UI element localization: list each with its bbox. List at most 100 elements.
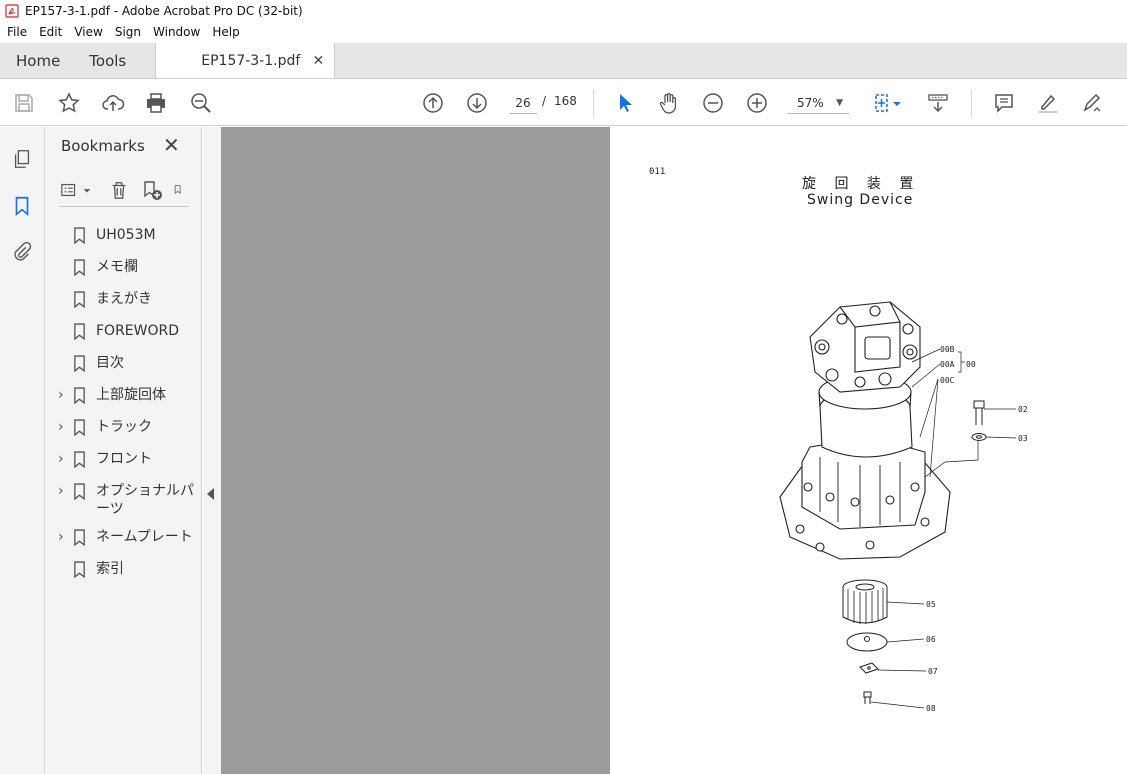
bookmark-label: 索引 <box>96 561 124 577</box>
bookmark-item[interactable]: › オプショナルパーツ <box>45 482 202 518</box>
menu-view[interactable]: View <box>68 25 108 39</box>
bookmark-panel-icon[interactable] <box>10 194 34 218</box>
bookmark-label: FOREWORD <box>96 323 180 339</box>
bookmark-icon <box>73 290 87 308</box>
bookmark-item[interactable]: FOREWORD <box>45 322 202 340</box>
bookmark-icon <box>73 450 87 468</box>
bookmark-item[interactable]: › 上部旋回体 <box>45 386 202 404</box>
tab-bar: Home Tools EP157-3-1.pdf ✕ <box>0 43 1127 79</box>
page-separator: / <box>542 94 547 108</box>
zoom-level-value: 57% <box>797 96 824 110</box>
part-label-05: 05 <box>926 600 936 609</box>
chevron-right-icon[interactable]: › <box>58 528 70 546</box>
bookmark-item[interactable]: 索引 <box>45 560 202 578</box>
part-label-02: 02 <box>1018 405 1028 414</box>
chevron-right-icon[interactable]: › <box>58 418 70 436</box>
comment-icon[interactable] <box>992 91 1016 115</box>
tab-tools[interactable]: Tools <box>74 43 141 78</box>
bookmark-icon <box>73 354 87 372</box>
window-title: EP157-3-1.pdf - Adobe Acrobat Pro DC (32… <box>25 4 303 18</box>
tab-document[interactable]: EP157-3-1.pdf ✕ <box>155 43 336 78</box>
menu-sign[interactable]: Sign <box>109 25 147 39</box>
page-thumbnails-icon[interactable] <box>10 147 34 171</box>
bookmark-item[interactable]: 目次 <box>45 354 202 372</box>
save-icon[interactable] <box>12 91 36 115</box>
thrust-plate <box>846 632 888 652</box>
lock-plate <box>859 662 879 674</box>
toolbar: 26 / 168 57% ▼ <box>0 80 1127 126</box>
screw <box>863 691 872 704</box>
menu-help[interactable]: Help <box>206 25 245 39</box>
swing-device-diagram: 00B 00A 00 00C 02 03 05 06 07 08 <box>779 301 1028 713</box>
zoom-level-select[interactable]: 57% ▼ <box>787 92 849 114</box>
part-label-08: 08 <box>926 704 936 713</box>
bookmarks-panel: Bookmarks ✕ UH053M メモ欄 まえがき FOREWORD 目次 … <box>45 127 202 774</box>
tab-home[interactable]: Home <box>0 43 74 78</box>
pdf-app-icon <box>5 4 19 18</box>
bookmarks-toolbar <box>59 177 189 207</box>
bookmark-item[interactable]: UH053M <box>45 226 202 244</box>
bookmark-icon <box>73 386 87 404</box>
highlight-pen-icon[interactable] <box>1036 91 1060 115</box>
part-label-00: 00 <box>966 360 976 369</box>
fit-page-dropdown-icon[interactable] <box>890 91 904 115</box>
page-code: 011 <box>649 167 666 177</box>
bookmark-item[interactable]: まえがき <box>45 290 202 308</box>
menu-file[interactable]: File <box>0 25 33 39</box>
chevron-right-icon[interactable]: › <box>58 450 70 468</box>
part-label-00c: 00C <box>940 376 955 385</box>
bookmark-item[interactable]: › フロント <box>45 450 202 468</box>
more-tools-icon[interactable] <box>173 179 185 201</box>
chevron-right-icon[interactable]: › <box>58 386 70 404</box>
zoom-search-icon[interactable] <box>189 91 213 115</box>
bookmark-label: まえがき <box>96 291 152 307</box>
next-page-icon[interactable] <box>465 91 489 115</box>
bookmark-label: フロント <box>96 451 152 467</box>
part-label-07: 07 <box>928 667 938 676</box>
bookmarks-heading: Bookmarks <box>61 137 145 155</box>
bookmark-options-icon[interactable] <box>59 179 81 201</box>
new-bookmark-icon[interactable] <box>141 179 163 201</box>
bookmark-item[interactable]: › ネームプレート <box>45 528 202 546</box>
title-bar: EP157-3-1.pdf - Adobe Acrobat Pro DC (32… <box>0 0 1127 22</box>
attachment-paperclip-icon[interactable] <box>10 240 34 264</box>
bookmark-icon <box>73 322 87 340</box>
zoom-in-icon[interactable] <box>745 91 769 115</box>
close-panel-icon[interactable]: ✕ <box>163 135 180 155</box>
bookmark-label: UH053M <box>96 227 156 243</box>
options-dropdown-icon[interactable] <box>81 179 93 201</box>
select-pointer-icon[interactable] <box>613 91 637 115</box>
panel-splitter[interactable] <box>203 127 221 774</box>
collapse-panel-icon[interactable] <box>207 488 214 500</box>
bookmark-item[interactable]: メモ欄 <box>45 258 202 276</box>
menu-window[interactable]: Window <box>147 25 206 39</box>
hand-tool-icon[interactable] <box>657 91 681 115</box>
star-icon[interactable] <box>57 91 81 115</box>
swing-motor-assembly <box>779 301 951 560</box>
delete-bookmark-icon[interactable] <box>108 179 130 201</box>
close-tab-icon[interactable]: ✕ <box>313 53 325 69</box>
bookmark-icon <box>73 482 87 500</box>
tab-document-label: EP157-3-1.pdf <box>201 52 301 69</box>
previous-page-icon[interactable] <box>421 91 445 115</box>
left-nav-rail <box>0 127 45 774</box>
toolbar-divider <box>593 89 594 117</box>
scroll-mode-icon[interactable] <box>926 91 950 115</box>
menu-edit[interactable]: Edit <box>33 25 68 39</box>
page-number-input[interactable]: 26 <box>509 92 537 114</box>
document-canvas[interactable] <box>221 127 610 774</box>
bookmark-item[interactable]: › トラック <box>45 418 202 436</box>
chevron-right-icon[interactable]: › <box>58 482 70 500</box>
upload-cloud-icon[interactable] <box>101 91 125 115</box>
zoom-out-icon[interactable] <box>701 91 725 115</box>
bookmark-icon <box>73 226 87 244</box>
page-title-english: Swing Device <box>807 192 914 208</box>
bookmark-label: メモ欄 <box>96 259 138 275</box>
bookmark-label: オプショナルパーツ <box>96 483 194 517</box>
chevron-down-icon: ▼ <box>836 98 843 108</box>
bookmark-icon <box>73 528 87 546</box>
print-icon[interactable] <box>144 91 168 115</box>
pdf-page[interactable]: 011 旋 回 装 置 Swing Device 00B 00A 00 00C … <box>610 127 1127 774</box>
bookmark-label: 上部旋回体 <box>96 387 166 403</box>
sign-pen-icon[interactable] <box>1080 91 1104 115</box>
